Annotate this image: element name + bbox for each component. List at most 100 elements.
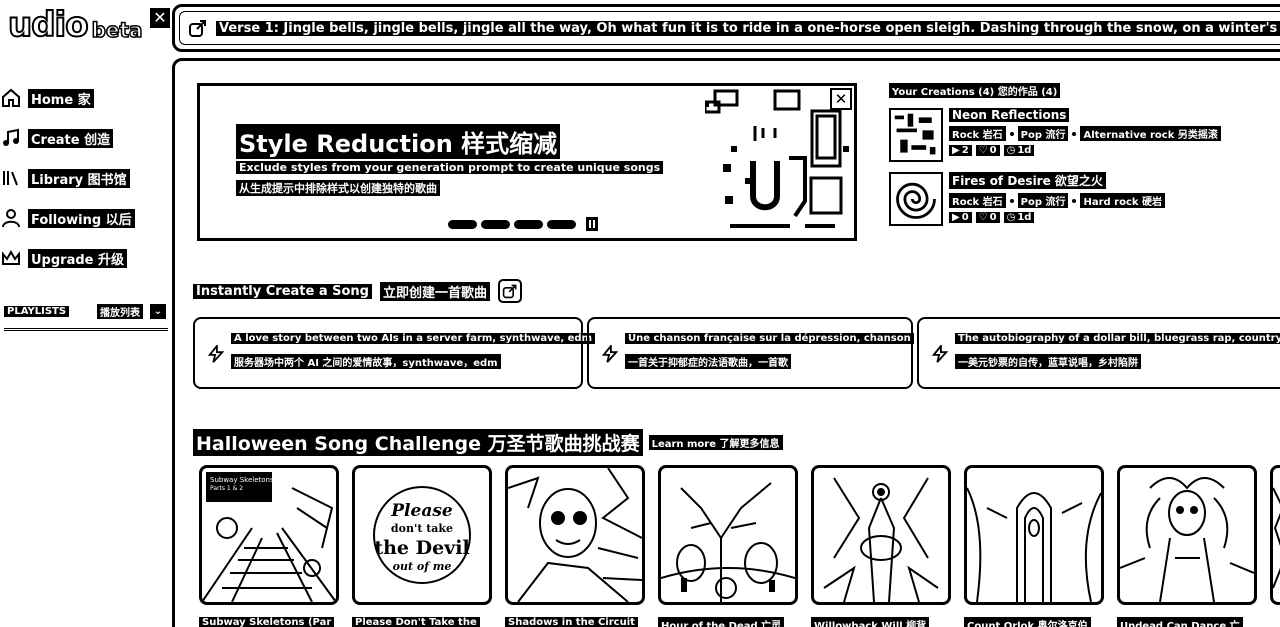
logo-wordmark: udio <box>7 5 90 45</box>
creation-title[interactable]: Fires of Desire 欲望之火 <box>949 172 1106 189</box>
tag[interactable]: Alternative rock 另类摇滚 <box>1080 126 1221 141</box>
undead-dance-art[interactable] <box>1117 465 1257 605</box>
creation-thumbnail[interactable] <box>889 108 943 162</box>
tag[interactable]: Pop 流行 <box>1017 126 1069 141</box>
creation-title[interactable]: Neon Reflections <box>949 108 1070 122</box>
song-card[interactable]: Undead Can Dance 亡 <box>1117 465 1257 627</box>
sidebar-nav: Home 家 Create 创造 Library 图书馆 Following 以… <box>0 78 135 278</box>
carousel-dots <box>448 217 598 231</box>
tag-separator <box>1009 131 1014 136</box>
song-idea-card[interactable]: The autobiography of a dollar bill, blue… <box>917 317 1280 389</box>
willowback-art[interactable] <box>811 465 951 605</box>
song-idea-card[interactable]: Une chanson française sur la dépression,… <box>587 317 914 389</box>
share-icon[interactable] <box>188 18 208 38</box>
tag[interactable]: Pop 流行 <box>1017 193 1069 208</box>
tag[interactable]: Rock 岩石 <box>949 193 1006 208</box>
song-card-partial[interactable] <box>1270 465 1280 605</box>
play-count-value: 2 <box>961 145 969 156</box>
tag-separator <box>1072 198 1077 203</box>
prompt-text: Verse 1: Jingle bells, jingle bells, jin… <box>216 20 1280 36</box>
halloween-title: Halloween Song Challenge 万圣节歌曲挑战赛 <box>193 429 643 456</box>
chevron-down-icon[interactable]: ⌄ <box>150 304 166 319</box>
pause-icon[interactable] <box>586 217 598 231</box>
card-title[interactable]: Please Don't Take the <box>352 617 480 627</box>
skeleton-train-art[interactable]: Subway Skeletons Parts 1 & 2 <box>199 465 339 605</box>
playlists-header[interactable]: PLAYLISTS 播放列表 ⌄ <box>4 304 168 319</box>
sidebar-item-upgrade[interactable]: Upgrade 升级 <box>0 238 135 278</box>
song-card[interactable]: Subway Skeletons Parts 1 & 2 Subway Skel… <box>199 465 339 627</box>
sidebar-item-following[interactable]: Following 以后 <box>0 198 135 238</box>
card-art-partial[interactable] <box>1270 465 1280 605</box>
home-icon <box>0 87 22 109</box>
prompt-bar[interactable]: Verse 1: Jingle bells, jingle bells, jin… <box>172 4 1280 52</box>
instant-create-header: Instantly Create a Song 立即创建一首歌曲 <box>193 279 523 303</box>
song-card[interactable]: Hour of the Dead 亡灵 <box>658 465 798 627</box>
play-icon: ▶ <box>952 145 960 156</box>
song-card[interactable]: Willowback Will 柳背 <box>811 465 951 627</box>
banner-subtitle-en: Exclude styles from your generation prom… <box>236 161 664 174</box>
prompt-input[interactable]: Verse 1: Jingle bells, jingle bells, jin… <box>179 11 1280 45</box>
tag-separator <box>1009 198 1014 203</box>
creation-item[interactable]: Neon Reflections Rock 岩石 Pop 流行 Alternat… <box>889 108 1280 162</box>
creation-thumbnail[interactable] <box>889 172 943 226</box>
art-text: the Devil <box>374 537 469 559</box>
sidebar-item-label: Library 图书馆 <box>28 168 130 188</box>
tag[interactable]: Hard rock 硬岩 <box>1080 193 1166 208</box>
carousel-dot[interactable] <box>448 219 477 229</box>
lightning-icon <box>207 345 225 363</box>
carousel-dot[interactable] <box>547 219 576 229</box>
your-creations: Your Creations (4) 您的作品 (4) Neon Reflect… <box>889 83 1280 226</box>
tag-separator <box>1072 131 1077 136</box>
card-title[interactable]: Hour of the Dead 亡灵 <box>658 617 785 627</box>
sidebar-item-create[interactable]: Create 创造 <box>0 118 135 158</box>
banner-close-button[interactable]: ✕ <box>830 88 852 110</box>
play-count-value: 0 <box>961 212 969 223</box>
count-orlok-art[interactable] <box>964 465 1104 605</box>
creation-item[interactable]: Fires of Desire 欲望之火 Rock 岩石 Pop 流行 Hard… <box>889 172 1280 226</box>
song-card[interactable]: Please don't take the Devil out of me Pl… <box>352 465 492 627</box>
heart-icon: ♡ <box>978 145 988 156</box>
song-idea-card[interactable]: A love story between two AIs in a server… <box>193 317 596 389</box>
playlists-label: PLAYLISTS <box>4 306 70 317</box>
clock-icon: ◷ <box>1006 212 1016 223</box>
creations-title: Your Creations (4) 您的作品 (4) <box>889 83 1061 98</box>
play-count: ▶ 0 <box>949 212 972 223</box>
song-card[interactable]: Count Orlok 奥尔洛克伯 <box>964 465 1104 627</box>
close-sidebar-button[interactable]: ✕ <box>150 8 170 28</box>
card-title[interactable]: Willowback Will 柳背 <box>811 617 930 627</box>
play-icon: ▶ <box>952 212 960 223</box>
card-title[interactable]: Subway Skeletons (Par <box>199 617 335 627</box>
like-count-value: 0 <box>989 212 997 223</box>
like-count[interactable]: ♡ 0 <box>975 145 1000 156</box>
idea-text-en: Une chanson française sur la dépression,… <box>625 333 914 344</box>
sidebar-item-home[interactable]: Home 家 <box>0 78 135 118</box>
banner-subtitle-cn: 从生成提示中排除样式以创建独特的歌曲 <box>236 180 440 196</box>
sidebar-item-label: Following 以后 <box>28 208 135 228</box>
please-dont-take-devil-art[interactable]: Please don't take the Devil out of me <box>352 465 492 605</box>
tag[interactable]: Rock 岩石 <box>949 126 1006 141</box>
learn-more-link[interactable]: Learn more 了解更多信息 <box>648 435 783 450</box>
playlists-label-cn: 播放列表 <box>97 304 144 319</box>
age-value: 1d <box>1017 212 1032 223</box>
age: ◷ 1d <box>1003 212 1035 223</box>
like-count[interactable]: ♡ 0 <box>975 212 1000 223</box>
art-text: Subway Skeletons <box>210 476 274 484</box>
library-icon <box>0 167 22 189</box>
udio-logo[interactable]: udio beta <box>7 5 143 45</box>
sidebar-item-label: Upgrade 升级 <box>28 248 127 268</box>
card-title[interactable]: Count Orlok 奥尔洛克伯 <box>964 617 1091 627</box>
shadows-circuit-art[interactable] <box>505 465 645 605</box>
sidebar-item-library[interactable]: Library 图书馆 <box>0 158 135 198</box>
lightning-icon <box>931 345 949 363</box>
promo-banner[interactable]: Style Reduction 样式缩减 Exclude styles from… <box>197 83 857 241</box>
card-title[interactable]: Shadows in the Circuit <box>505 617 638 627</box>
divider <box>4 328 168 331</box>
art-text: don't take <box>391 522 453 535</box>
idea-text-cn: 一首关于抑郁症的法语歌曲，一首歌 <box>625 354 791 369</box>
card-title[interactable]: Undead Can Dance 亡 <box>1117 617 1243 627</box>
song-card[interactable]: Shadows in the Circuit <box>505 465 645 627</box>
carousel-dot[interactable] <box>481 219 510 229</box>
share-icon[interactable] <box>498 279 523 303</box>
carousel-dot[interactable] <box>514 219 543 229</box>
hour-of-dead-art[interactable] <box>658 465 798 605</box>
